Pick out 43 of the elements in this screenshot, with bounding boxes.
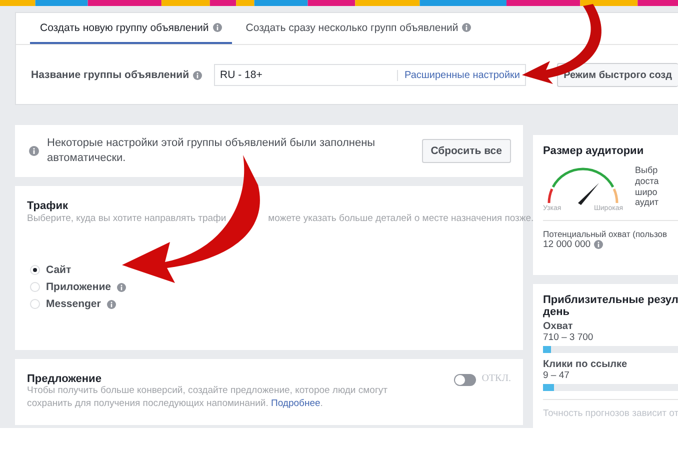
field-value: RU - 18+ xyxy=(220,69,262,81)
section-title: Трафик xyxy=(27,200,70,212)
toggle-label: ОТКЛ. xyxy=(482,373,511,384)
metric-range: 9 – 47 xyxy=(543,370,570,381)
card-title: день xyxy=(543,306,571,318)
info-icon xyxy=(193,70,202,80)
tab[interactable]: Создать сразу несколько групп объявлений xyxy=(236,13,482,44)
forecast-note: Точность прогнозов зависит от xyxy=(543,408,678,419)
metric-range: 710 – 3 700 xyxy=(543,332,594,343)
notice-text: Некоторые настройки этой группы объявлений были заполнены автоматически. xyxy=(47,136,376,166)
audience-text: доста xyxy=(635,176,659,187)
toggle-switch[interactable] xyxy=(454,374,476,386)
audience-text: широ xyxy=(635,186,658,198)
learn-more-link[interactable]: Подробнее xyxy=(271,398,320,409)
radio-button[interactable] xyxy=(30,265,40,275)
reach-value: 12 000 000 xyxy=(543,239,591,250)
reach-label: Потенциальный охват (пользов xyxy=(543,229,668,239)
info-icon xyxy=(212,23,222,32)
info-icon xyxy=(117,282,126,292)
info-icon xyxy=(29,146,39,156)
info-icon xyxy=(594,240,603,249)
reset-button[interactable]: Сбросить все xyxy=(422,139,511,163)
audience-text: Выбр xyxy=(635,165,659,176)
section-description: Чтобы получить больше конверсий, создайте предложение, которое люди смогут сохранить для получения последующих напоминаний. Подробнее. xyxy=(27,385,389,411)
metric-label: Клики по ссылке xyxy=(543,359,628,370)
card-title: Приблизительные резул xyxy=(543,294,678,306)
field-label: Название группы объявлений xyxy=(31,69,190,81)
option-label: Сайт xyxy=(46,264,72,276)
section-description: можете указать больше деталей о месте назначения позже. xyxy=(268,213,534,224)
advanced-settings-link[interactable]: Расширенные настройки xyxy=(397,70,520,80)
section-title: Предложение xyxy=(27,373,102,385)
option-label: Messenger xyxy=(46,298,101,310)
section-description: Выберите, куда вы хотите направлять трафи xyxy=(27,213,226,224)
info-icon xyxy=(462,23,472,32)
audience-text: аудит xyxy=(635,197,659,208)
tab[interactable]: Создать новую группу объявлений xyxy=(30,13,232,44)
info-icon xyxy=(106,300,116,308)
option-label: Приложение xyxy=(46,281,112,293)
radio-button[interactable] xyxy=(30,282,40,292)
metric-label: Охват xyxy=(543,321,574,332)
radio-button[interactable] xyxy=(30,299,40,309)
name-input-field[interactable]: RU - 18+ Расширенные настройки xyxy=(214,64,526,86)
card-title: Размер аудитории xyxy=(543,145,645,157)
